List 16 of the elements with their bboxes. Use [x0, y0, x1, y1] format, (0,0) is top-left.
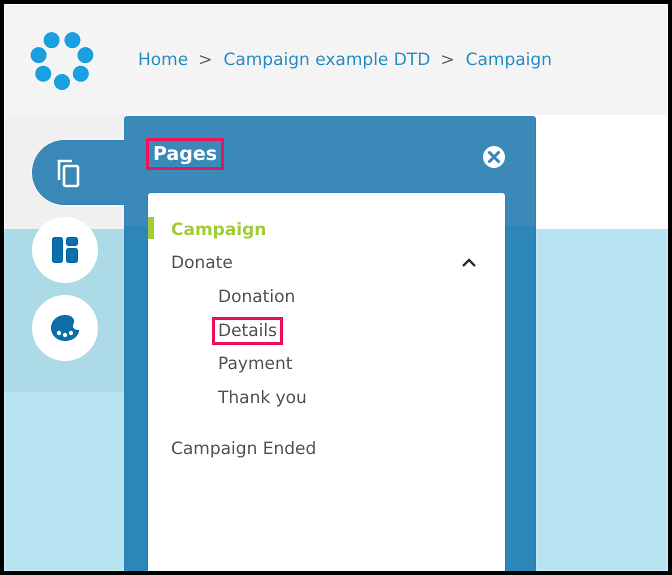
- panel-title: Pages: [146, 138, 224, 170]
- page-item[interactable]: Campaign Ended: [165, 435, 322, 464]
- page-item[interactable]: Details: [212, 316, 283, 345]
- breadcrumb-separator: >: [440, 50, 455, 70]
- chevron-up-icon[interactable]: [461, 258, 477, 268]
- page-item[interactable]: Donate: [165, 249, 239, 278]
- page-item[interactable]: Payment: [212, 350, 298, 378]
- selection-bar: [148, 217, 154, 239]
- page-item[interactable]: Donation: [212, 282, 302, 311]
- palette-icon: [49, 313, 81, 343]
- copy-icon: [56, 158, 80, 188]
- breadcrumb-separator: >: [198, 50, 212, 70]
- logo-icon: [30, 30, 94, 90]
- layout-icon: [50, 235, 80, 265]
- close-icon[interactable]: [482, 145, 506, 169]
- page-item[interactable]: Thank you: [212, 384, 313, 412]
